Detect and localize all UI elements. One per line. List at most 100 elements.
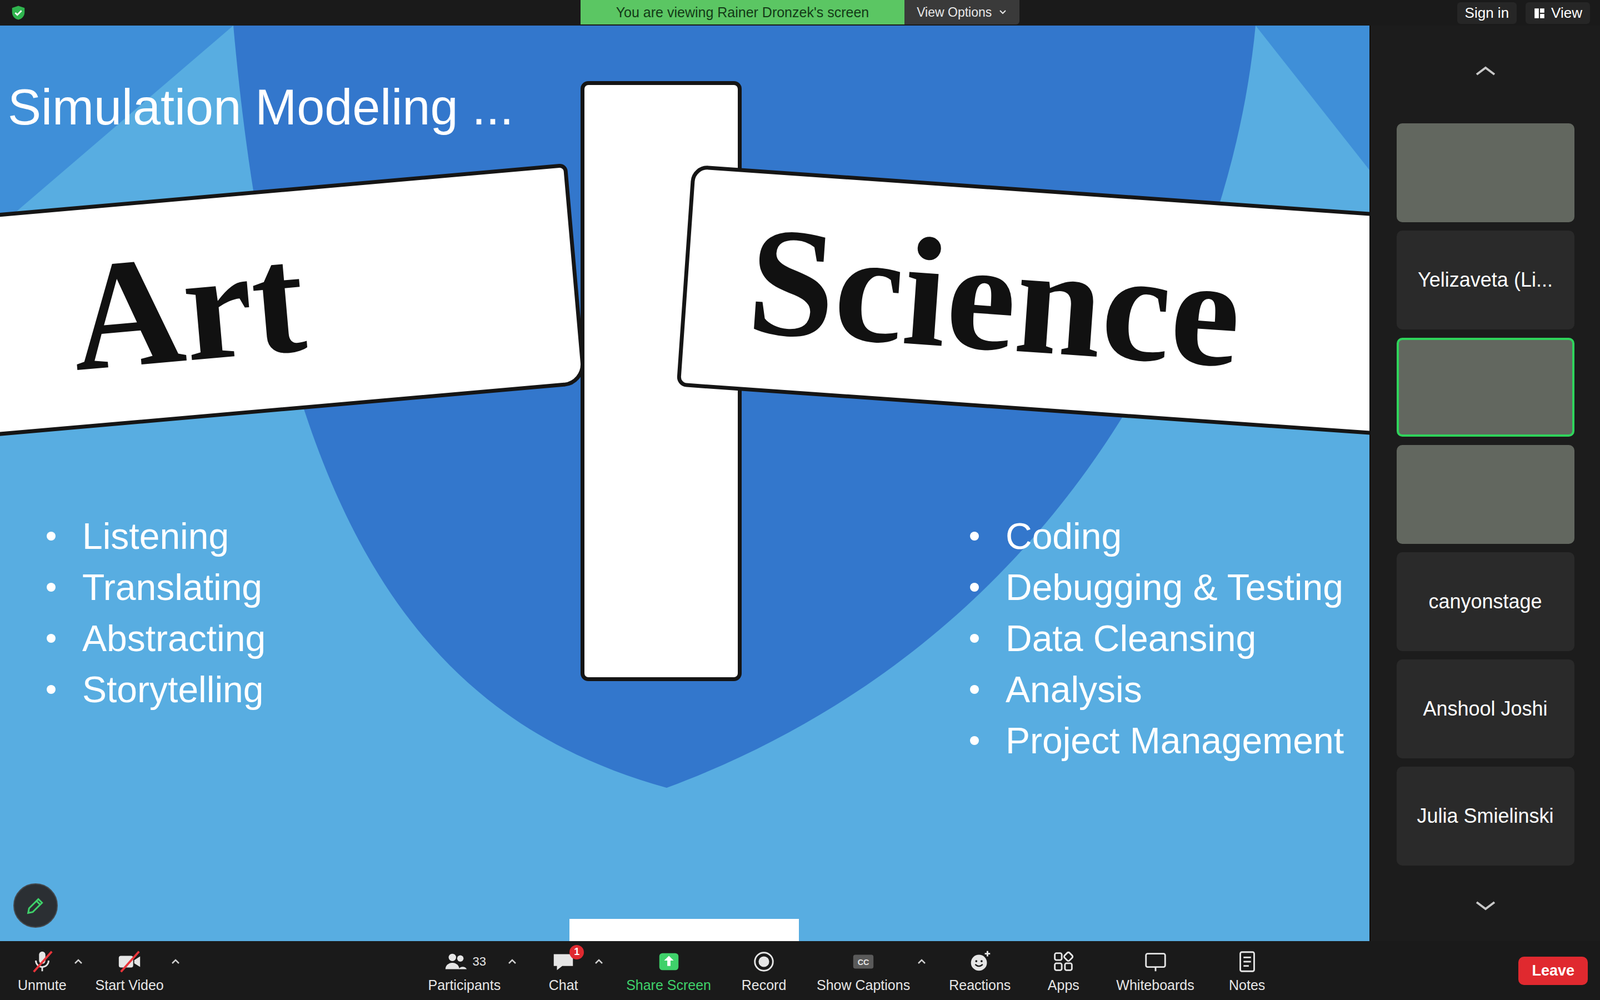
tool-label: Show Captions	[816, 977, 910, 994]
tool-label: Participants	[428, 977, 502, 994]
toolbar-item: Apps	[1032, 948, 1094, 994]
caret-up-icon[interactable]	[73, 958, 84, 965]
annotate-button[interactable]	[13, 883, 58, 928]
notes-button[interactable]: Notes	[1216, 948, 1278, 994]
scroll-up-icon[interactable]	[1473, 64, 1498, 78]
shared-slide: Simulation Modeling ... ArtScience Liste…	[0, 25, 1370, 942]
bullet-item: Translating	[46, 561, 578, 613]
toolbar-item: 33 Participants	[421, 948, 518, 994]
captions-button[interactable]: CC Show Captions	[810, 948, 917, 994]
toolbar-left: Unmute Start Video	[11, 948, 181, 994]
tool-label: Notes	[1228, 977, 1265, 994]
banner-text: You are viewing Rainer Dronzek's screen	[580, 0, 905, 25]
tool-icon-box	[29, 948, 55, 975]
tool-label: Start Video	[95, 977, 164, 994]
view-button[interactable]: View	[1525, 2, 1590, 24]
tool-label: Record	[741, 977, 787, 994]
scroll-down-icon[interactable]	[1473, 898, 1498, 913]
toolbar-item: Notes	[1216, 948, 1278, 994]
sign-in-button[interactable]: Sign in	[1457, 2, 1518, 24]
reactions-button[interactable]: Reactions	[942, 948, 1018, 994]
bullet-item: Debugging & Testing	[970, 561, 1370, 613]
participant-tile[interactable]: Yelizaveta (Li...	[1396, 230, 1575, 330]
participant-tile[interactable]	[1396, 123, 1575, 223]
gallery-view-icon	[1533, 7, 1546, 20]
participant-tile[interactable]: canyonstage	[1396, 552, 1575, 652]
bullet-text: Data Cleansing	[1005, 612, 1257, 664]
bullet-text: Analysis	[1005, 663, 1143, 715]
tool-icon-box: 1	[550, 948, 577, 975]
whiteboards-icon	[1142, 948, 1169, 975]
participant-name: Yelizaveta (Li...	[1412, 268, 1559, 292]
tile-list: Yelizaveta (Li... canyonstage Anshool Josh…	[1396, 123, 1575, 866]
whiteboards-button[interactable]: Whiteboards	[1109, 948, 1201, 994]
bullet-dot	[970, 736, 979, 745]
toolbar-item: Reactions	[942, 948, 1018, 994]
bullet-item: Data Cleansing	[970, 612, 1370, 664]
security-shield-icon[interactable]	[10, 4, 27, 22]
toolbar-item: Start Video	[88, 948, 181, 994]
caret-up-icon[interactable]	[507, 958, 518, 965]
video-button[interactable]: Start Video	[88, 948, 171, 994]
tool-icon-box: 33	[442, 948, 487, 975]
chat-badge: 1	[569, 945, 584, 960]
participant-tile[interactable]: Anshool Joshi	[1396, 659, 1575, 759]
toolbar-item: Record	[733, 948, 795, 994]
leave-button[interactable]: Leave	[1518, 956, 1588, 985]
top-bar-left	[0, 0, 581, 22]
bullet-dot	[970, 531, 979, 541]
zoom-window: You are viewing Rainer Dronzek's screen …	[0, 0, 1600, 1000]
chevron-down-icon	[998, 9, 1008, 15]
bullet-dot	[970, 633, 979, 643]
screen-share-banner: You are viewing Rainer Dronzek's screen …	[580, 0, 1020, 25]
chat-button[interactable]: 1 Chat	[532, 948, 594, 994]
mic-icon	[29, 948, 55, 975]
caret-up-icon[interactable]	[593, 958, 604, 965]
captions-icon: CC	[850, 948, 877, 975]
bullet-text: Storytelling	[82, 663, 264, 715]
share-button[interactable]: Share Screen	[619, 948, 718, 994]
bullet-item: Abstracting	[46, 612, 578, 664]
view-options-button[interactable]: View Options	[904, 0, 1020, 25]
bullet-item: Storytelling	[46, 663, 578, 715]
tool-icon-box: CC	[850, 948, 877, 975]
pencil-icon	[24, 894, 47, 917]
toolbar-item: Whiteboards	[1109, 948, 1201, 994]
caret-up-icon[interactable]	[916, 958, 927, 965]
video-icon	[116, 948, 143, 975]
participant-tile[interactable]	[1396, 337, 1575, 437]
caret-up-icon[interactable]	[170, 958, 181, 965]
meeting-area: Simulation Modeling ... ArtScience Liste…	[0, 25, 1600, 942]
share-icon	[656, 948, 682, 975]
apps-icon	[1050, 948, 1077, 975]
view-options-label: View Options	[916, 5, 992, 20]
tool-label: Unmute	[17, 977, 67, 994]
slide-title: Simulation Modeling ...	[0, 25, 578, 135]
record-button[interactable]: Record	[733, 948, 795, 994]
participant-tile[interactable]: Julia Smielinski	[1396, 766, 1575, 866]
tool-label: Share Screen	[626, 977, 712, 994]
tool-icon-box	[1234, 948, 1260, 975]
view-label: View	[1551, 4, 1583, 22]
apps-button[interactable]: Apps	[1032, 948, 1094, 994]
participant-name: canyonstage	[1422, 590, 1548, 614]
bullet-dot	[46, 531, 56, 541]
tool-label: Whiteboards	[1116, 977, 1194, 994]
tool-icon-box	[116, 948, 143, 975]
toolbar-item: 1 Chat	[532, 948, 604, 994]
bullet-item: Coding	[970, 510, 1370, 562]
tool-icon-box	[967, 948, 993, 975]
toolbar-center: 33 Participants 1 Chat Share Screen Reco…	[421, 948, 1278, 994]
mic-button[interactable]: Unmute	[11, 948, 74, 994]
record-icon	[751, 948, 777, 975]
bullet-list: Coding Debugging & Testing Data Cleansin…	[744, 431, 1370, 767]
bullet-item: Listening	[46, 510, 578, 562]
participant-tile[interactable]	[1396, 445, 1575, 544]
bullet-text: Project Management	[1005, 715, 1344, 767]
bullet-dot	[46, 685, 56, 694]
participant-name: Julia Smielinski	[1411, 804, 1559, 828]
bullet-text: Listening	[82, 510, 229, 562]
participants-button[interactable]: 33 Participants	[421, 948, 508, 994]
slide-logo	[569, 918, 799, 942]
bullet-dot	[970, 685, 979, 694]
